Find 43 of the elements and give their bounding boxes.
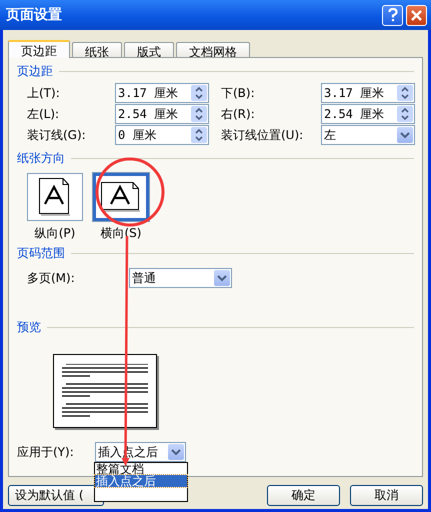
landscape-page-icon (101, 182, 141, 212)
spin-field[interactable]: 0 厘米 (115, 125, 209, 145)
field-label: 下(B): (221, 84, 256, 102)
close-icon[interactable] (406, 4, 427, 26)
spin-arrows-icon[interactable] (194, 86, 204, 100)
field-label: 装订线位置(U): (221, 126, 304, 144)
caret-icon[interactable] (217, 274, 227, 282)
section-title: 预览 (17, 318, 41, 336)
spin-arrows-icon[interactable] (194, 107, 204, 121)
spin-arrows-icon[interactable] (400, 107, 410, 121)
tab[interactable]: 版式 (124, 42, 174, 57)
tab[interactable]: 页边距 (8, 40, 70, 58)
list-item[interactable]: 插入点之后 (95, 475, 187, 487)
window-title: 页面设置 (6, 6, 63, 24)
spin-field[interactable]: 3.17 厘米 (115, 83, 209, 103)
spin-arrows-icon[interactable] (194, 128, 204, 142)
cancel-button[interactable]: 取消 (350, 485, 423, 506)
section-title: 页边距 (17, 62, 53, 80)
orientation-option[interactable] (93, 173, 149, 221)
option-label: 纵向(P) (34, 225, 76, 242)
section-title: 页码范围 (17, 244, 65, 262)
field-label: 右(R): (221, 106, 256, 122)
tab[interactable]: 纸张 (72, 42, 122, 57)
dropdown[interactable]: 普通 (129, 268, 232, 288)
portrait-page-icon (39, 178, 71, 216)
field-label: 多页(M): (27, 270, 76, 286)
help-icon[interactable] (382, 4, 403, 26)
spin-field[interactable]: 3.17 厘米 (321, 83, 415, 103)
field-label: 左(L): (27, 106, 60, 122)
ok-button[interactable]: 确定 (267, 485, 340, 506)
spin-field[interactable]: 2.54 厘米 (321, 104, 415, 124)
field-label: 上(T): (27, 84, 61, 102)
orientation-option[interactable] (27, 173, 83, 221)
caret-icon[interactable] (400, 132, 410, 138)
field-label: 应用于(Y): (17, 444, 75, 460)
tab[interactable]: 文档网格 (176, 42, 250, 57)
spin-field[interactable]: 2.54 厘米 (115, 104, 209, 124)
field-label: 装订线(G): (27, 126, 87, 144)
spin-arrows-icon[interactable] (400, 86, 410, 100)
caret-icon[interactable] (171, 448, 181, 456)
annotation-circle (96, 158, 164, 226)
dropdown[interactable]: 左 (321, 125, 415, 145)
section-title: 纸张方向 (17, 150, 65, 166)
